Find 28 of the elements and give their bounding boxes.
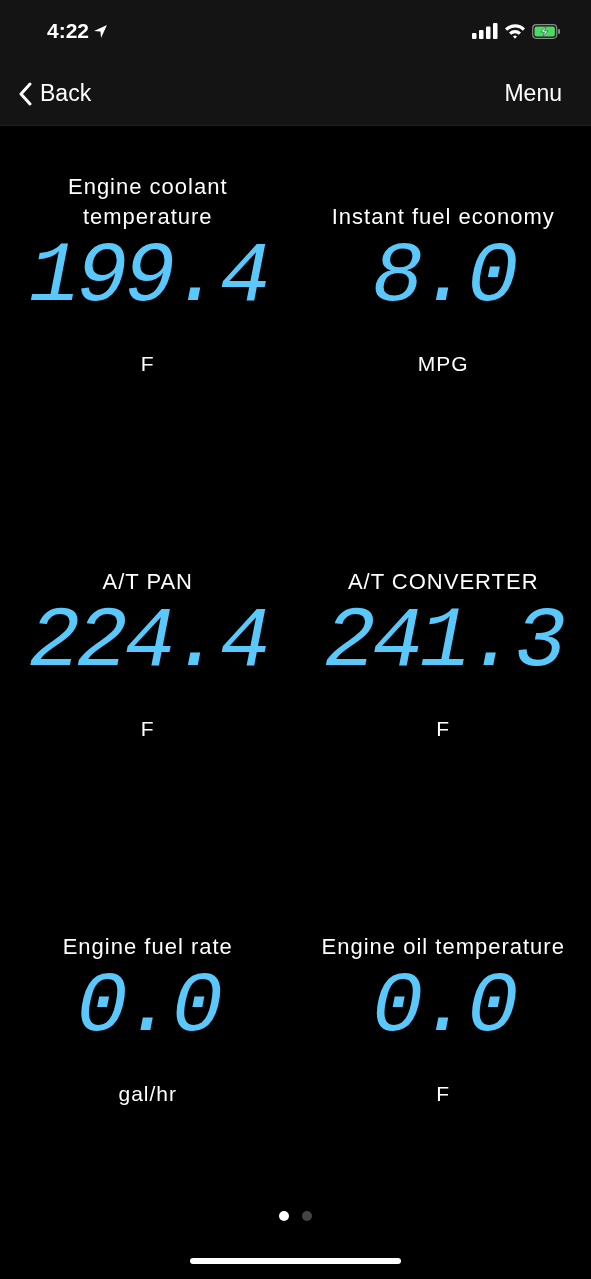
gauge-value: 224.4 [28,597,267,687]
menu-button[interactable]: Menu [504,80,562,107]
gauge-unit: F [436,717,451,741]
gauge-unit: gal/hr [118,1082,177,1106]
location-arrow-icon [93,23,109,39]
gauge-title: A/T PAN [102,568,193,596]
gauge-title: A/T CONVERTER [347,568,539,596]
gauge-value: 241.3 [324,597,563,687]
back-button[interactable]: Back [18,80,92,107]
page-dot[interactable] [302,1211,312,1221]
gauge-title: Instant fuel economy [331,203,555,231]
gauge-value: 8.0 [371,232,515,322]
gauge-unit: MPG [417,352,469,376]
gauge-unit: F [140,352,155,376]
gauge-unit: F [140,717,155,741]
gauge-value: 199.4 [28,232,267,322]
back-chevron-icon [18,81,32,106]
wifi-icon [504,23,526,39]
signal-icon [472,23,498,39]
gauge-title: Engine oil temperature [321,933,565,961]
gauge-value: 0.0 [76,962,220,1052]
gauge-value: 0.0 [371,962,515,1052]
gauge-title: Engine fuel rate [62,933,233,961]
status-time: 4:22 [47,19,90,43]
battery-charging-icon [532,23,561,39]
gauge-unit: F [436,1082,451,1106]
page-dot[interactable] [279,1211,289,1221]
gauge-title: Engine coolant temperature [66,173,229,231]
